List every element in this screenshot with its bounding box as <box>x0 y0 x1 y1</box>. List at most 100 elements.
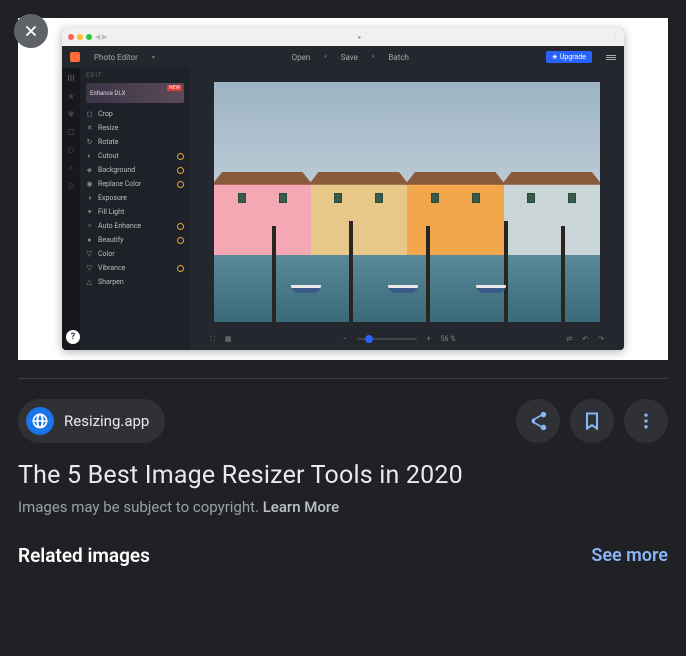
sliders-icon[interactable] <box>67 74 75 82</box>
tool-label: Color <box>98 250 115 258</box>
globe-icon <box>26 407 54 435</box>
resize-icon: ✕ <box>86 125 93 132</box>
tool-label: Background <box>98 166 135 174</box>
heart-icon[interactable] <box>67 110 75 118</box>
upgrade-label: Upgrade <box>560 53 586 61</box>
tool-label: Fill Light <box>98 208 124 216</box>
tool-beautify[interactable]: ●Beautify <box>86 233 184 247</box>
zoom-value: 56 % <box>441 335 456 343</box>
canvas-image[interactable] <box>214 82 600 322</box>
fill-light-icon: ✦ <box>86 209 93 216</box>
more-vertical-icon <box>636 411 656 431</box>
menu-open[interactable]: Open <box>292 53 311 62</box>
share-button[interactable] <box>516 399 560 443</box>
premium-icon <box>177 181 184 188</box>
upgrade-button[interactable]: ★ Upgrade <box>546 51 592 63</box>
expand-icon[interactable]: ⛶ <box>210 335 215 344</box>
tool-label: Sharpen <box>98 278 124 286</box>
copyright-notice: Images may be subject to copyright. Lear… <box>0 494 686 536</box>
menu-save[interactable]: Save <box>341 53 358 62</box>
app-title: Photo Editor <box>94 53 138 62</box>
tool-vibrance[interactable]: ▽ Vibrance <box>86 261 184 275</box>
tool-sharpen[interactable]: △ Sharpen <box>86 275 184 289</box>
zoom-slider[interactable] <box>357 338 417 340</box>
tool-replace-color[interactable]: ◉ Replace Color <box>86 177 184 191</box>
icon-sidebar: A <box>62 68 80 350</box>
tool-auto-enhance[interactable]: ✧ Auto Enhance <box>86 219 184 233</box>
bookmark-icon <box>582 411 602 431</box>
source-chip[interactable]: Resizing.app <box>18 399 165 443</box>
hamburger-icon[interactable] <box>606 55 616 60</box>
zoom-in-button[interactable]: + <box>427 335 431 343</box>
meta-row: Resizing.app <box>0 379 686 455</box>
star-icon: ★ <box>552 53 558 61</box>
tool-label: Replace Color <box>98 180 141 188</box>
bookmark-button[interactable] <box>570 399 614 443</box>
menu-batch[interactable]: Batch <box>388 53 409 62</box>
canvas-area: ⛶ ▦ − + 56 % ⇄ ↶ ↷ <box>190 68 624 350</box>
tool-crop[interactable]: ◻ Crop <box>86 107 184 121</box>
tool-resize[interactable]: ✕ Resize <box>86 121 184 135</box>
close-button[interactable] <box>14 14 48 48</box>
tool-label: Auto Enhance <box>98 222 141 230</box>
circle-icon[interactable] <box>67 146 75 154</box>
rotate-icon: ↻ <box>86 139 93 146</box>
cutout-icon: ◐ <box>86 153 93 160</box>
copyright-text: Images may be subject to copyright. <box>18 498 263 516</box>
related-row: Related images See more <box>0 536 686 575</box>
embedded-app-window: ◀ ▶ ● ⋮ Photo Editor▾ Open▾ Save▾ Batch … <box>62 28 624 350</box>
app-logo-icon <box>70 52 80 62</box>
vibrance-icon: ▽ <box>86 265 93 272</box>
tool-icon[interactable] <box>67 128 75 136</box>
see-more-link[interactable]: See more <box>591 545 668 566</box>
auto-enhance-icon: ✧ <box>86 223 93 230</box>
premium-icon <box>177 153 184 160</box>
premium-icon <box>177 237 184 244</box>
image-preview: ◀ ▶ ● ⋮ Photo Editor▾ Open▾ Save▾ Batch … <box>18 18 668 360</box>
compare-icon[interactable]: ⇄ <box>566 335 572 343</box>
tool-label: Crop <box>98 110 113 118</box>
tool-color[interactable]: ▽Color <box>86 247 184 261</box>
tool-panel: EDIT Enhance DLX NEW ◻ Crop ✕ Resize ↻Rota… <box>80 68 190 350</box>
tool-exposure[interactable]: ◑Exposure <box>86 191 184 205</box>
traffic-lights <box>68 34 92 40</box>
learn-more-link[interactable]: Learn More <box>263 498 339 516</box>
tool-label: Vibrance <box>98 264 125 272</box>
tool-background[interactable]: ◈ Background <box>86 163 184 177</box>
browser-chrome: ◀ ▶ ● ⋮ <box>62 28 624 46</box>
tool-cutout[interactable]: ◐ Cutout <box>86 149 184 163</box>
replace-color-icon: ◉ <box>86 181 93 188</box>
app-header: Photo Editor▾ Open▾ Save▾ Batch ★ Upgrad… <box>62 46 624 68</box>
sharpen-icon: △ <box>86 279 93 286</box>
more-button[interactable] <box>624 399 668 443</box>
text-icon[interactable]: A <box>67 164 75 172</box>
address-bar: ● <box>111 34 608 41</box>
source-name: Resizing.app <box>64 412 149 430</box>
grid-icon[interactable]: ▦ <box>225 335 232 343</box>
tool-rotate[interactable]: ↻Rotate <box>86 135 184 149</box>
page-title: The 5 Best Image Resizer Tools in 2020 <box>0 455 686 494</box>
premium-icon <box>177 167 184 174</box>
exposure-icon: ◑ <box>86 195 93 202</box>
premium-icon <box>177 265 184 272</box>
svg-text:A: A <box>69 164 74 172</box>
canvas-controls: ⛶ ▦ − + 56 % ⇄ ↶ ↷ <box>190 328 624 350</box>
tool-fill-light[interactable]: ✦ Fill Light <box>86 205 184 219</box>
redo-icon[interactable]: ↷ <box>598 335 604 343</box>
background-icon: ◈ <box>86 167 93 174</box>
enhance-card-label: Enhance DLX <box>90 90 125 97</box>
new-badge: NEW <box>167 85 182 91</box>
zoom-out-button[interactable]: − <box>343 335 347 343</box>
crop-icon: ◻ <box>86 111 93 118</box>
premium-icon <box>177 223 184 230</box>
tool-label: Beautify <box>98 236 123 244</box>
undo-icon[interactable]: ↶ <box>582 335 588 343</box>
help-button[interactable]: ? <box>66 330 80 344</box>
section-label: EDIT <box>86 72 184 79</box>
target-icon[interactable] <box>67 182 75 190</box>
tool-label: Resize <box>98 124 118 132</box>
close-icon <box>22 22 40 40</box>
enhance-card[interactable]: Enhance DLX NEW <box>86 83 184 103</box>
star-icon[interactable] <box>67 92 75 100</box>
tool-label: Cutout <box>98 152 119 160</box>
